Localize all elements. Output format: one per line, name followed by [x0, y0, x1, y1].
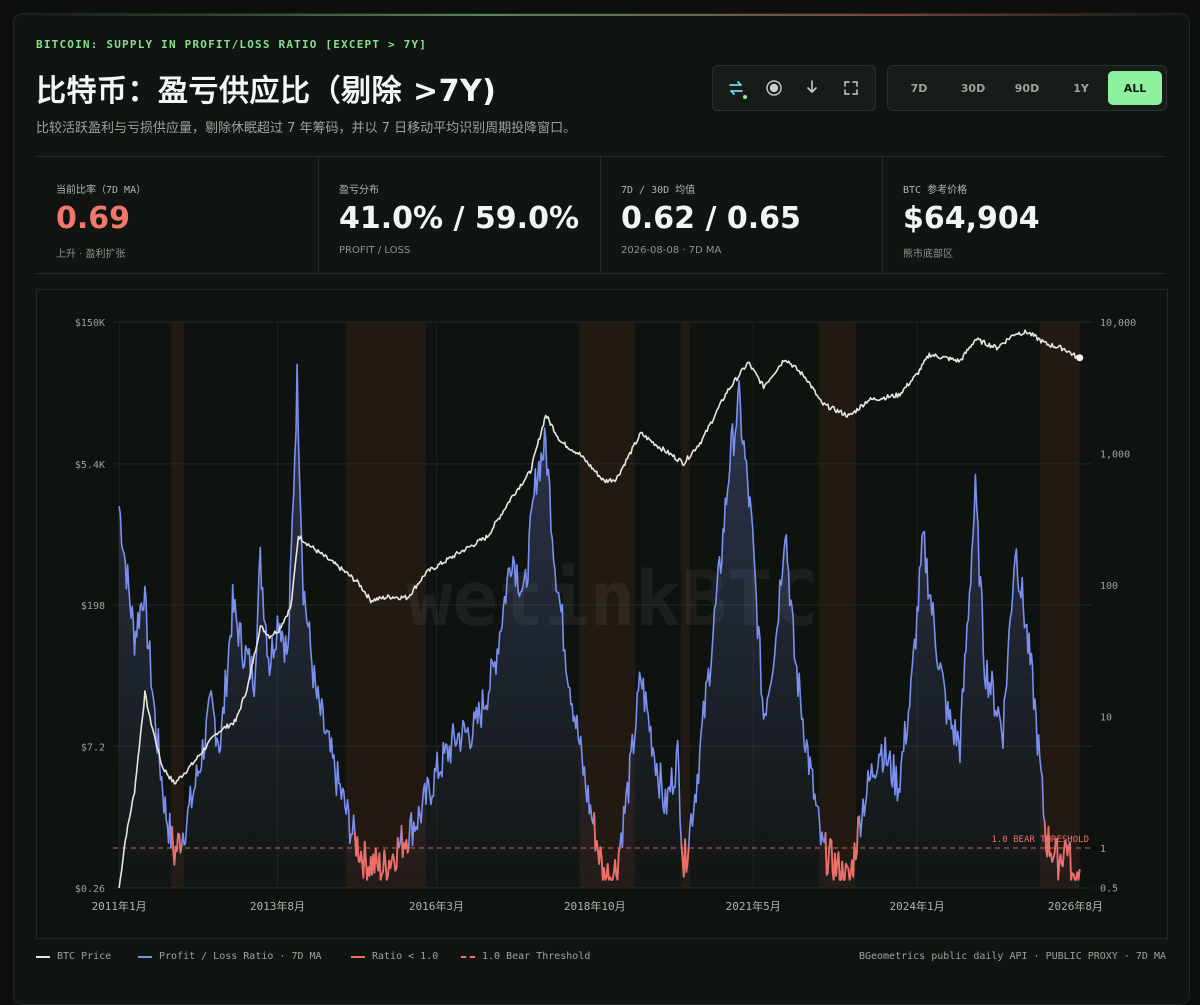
- legend-swatch: [351, 955, 365, 958]
- range-90d-button[interactable]: 90D: [1000, 71, 1054, 105]
- legend-ratio[interactable]: Profit / Loss Ratio · 7D MA: [138, 951, 322, 962]
- chart-tools: [712, 65, 876, 111]
- swap-arrows-icon[interactable]: [721, 73, 751, 103]
- left-axis-tick: $5.4K: [75, 460, 105, 471]
- x-axis-tick: 2011年1月: [92, 899, 147, 913]
- legend-swatch: [461, 955, 475, 958]
- legend-label: 1.0 Bear Threshold: [482, 951, 591, 962]
- page-title: 比特币：盈亏供应比（剔除 >7Y): [36, 74, 497, 109]
- range-all-button[interactable]: ALL: [1108, 71, 1162, 105]
- right-axis-tick: 1: [1100, 844, 1106, 855]
- stat-note: 熊市底部区: [903, 249, 953, 260]
- left-axis-tick: $198: [81, 601, 105, 612]
- chart-legend: BTC Price Profit / Loss Ratio · 7D MA Ra…: [36, 951, 1166, 967]
- stat-label: 盈亏分布: [339, 185, 379, 196]
- chart-area[interactable]: $150K $5.4K $198 $7.2 $0.26 10,000 1,000 100 10 1…: [36, 289, 1168, 939]
- legend-btc-price[interactable]: BTC Price: [36, 951, 111, 962]
- stat-value: 0.69: [56, 201, 131, 236]
- btc-price-endpoint: [1076, 354, 1084, 362]
- stat-value: 0.62 / 0.65: [621, 201, 801, 236]
- range-1y-button[interactable]: 1Y: [1054, 71, 1108, 105]
- x-axis-tick: 2018年10月: [564, 899, 626, 913]
- eyebrow-label: BITCOIN: SUPPLY IN PROFIT/LOSS RATIO [EX…: [36, 38, 428, 51]
- fullscreen-icon[interactable]: [836, 73, 866, 103]
- stat-current-ratio: 当前比率（7D MA） 0.69 上升 · 盈利扩张: [36, 157, 318, 273]
- stat-btc-price: BTC 参考价格 $64,904 熊市底部区: [882, 157, 1165, 273]
- legend-swatch: [36, 955, 50, 958]
- record-icon[interactable]: [759, 73, 789, 103]
- right-axis-tick: 100: [1100, 581, 1118, 592]
- page-subtitle: 比较活跃盈利与亏损供应量，剔除休眠超过 7 年筹码，并以 7 日移动平均识别周期…: [36, 121, 577, 136]
- legend-ratio-below-one[interactable]: Ratio < 1.0: [351, 951, 438, 962]
- stat-average: 7D / 30D 均值 0.62 / 0.65 2026-08-08 · 7D …: [600, 157, 883, 273]
- bear-threshold-label: 1.0 BEAR THRESHOLD: [991, 835, 1089, 845]
- chart-panel: BITCOIN: SUPPLY IN PROFIT/LOSS RATIO [EX…: [13, 13, 1190, 1005]
- x-axis-tick: 2016年3月: [409, 899, 464, 913]
- legend-bear-threshold[interactable]: 1.0 Bear Threshold: [461, 951, 590, 962]
- chart-svg: $150K $5.4K $198 $7.2 $0.26 10,000 1,000 100 10 1…: [75, 318, 1136, 913]
- stat-label: 7D / 30D 均值: [621, 185, 696, 196]
- top-accent-line: [14, 14, 1189, 16]
- right-axis-tick: 1,000: [1100, 450, 1130, 461]
- left-axis-tick: $150K: [75, 318, 105, 329]
- stat-profit-loss-split: 盈亏分布 41.0% / 59.0% PROFIT / LOSS: [318, 157, 601, 273]
- stat-label: BTC 参考价格: [903, 185, 968, 196]
- legend-label: BTC Price: [57, 951, 112, 962]
- right-axis-tick: 10: [1100, 713, 1112, 724]
- stat-value: $64,904: [903, 201, 1040, 236]
- stat-note: PROFIT / LOSS: [339, 245, 411, 256]
- right-axis-tick: 0.5: [1100, 884, 1118, 895]
- download-icon[interactable]: [797, 73, 827, 103]
- left-axis-tick: $7.2: [81, 742, 105, 753]
- legend-label: Ratio < 1.0: [372, 951, 439, 962]
- x-axis-tick: 2013年8月: [250, 899, 305, 913]
- stat-label: 当前比率（7D MA）: [56, 185, 147, 196]
- x-axis-tick: 2024年1月: [890, 899, 945, 913]
- data-source: BGeometrics public daily API · PUBLIC PR…: [858, 951, 1166, 962]
- stat-note: 上升 · 盈利扩张: [56, 249, 126, 260]
- right-axis-tick: 10,000: [1100, 318, 1136, 329]
- stats-row: 当前比率（7D MA） 0.69 上升 · 盈利扩张 盈亏分布 41.0% / …: [36, 156, 1166, 274]
- stat-value: 41.0% / 59.0%: [339, 201, 579, 236]
- left-axis-tick: $0.26: [75, 884, 105, 895]
- legend-label: Profit / Loss Ratio · 7D MA: [159, 951, 322, 962]
- x-axis-tick: 2021年5月: [726, 899, 781, 913]
- range-selector: 7D 30D 90D 1Y ALL: [887, 65, 1167, 111]
- range-7d-button[interactable]: 7D: [892, 71, 946, 105]
- stat-note: 2026-08-08 · 7D MA: [621, 245, 722, 256]
- x-axis-tick: 2026年8月: [1048, 899, 1103, 913]
- legend-swatch: [138, 955, 152, 958]
- range-30d-button[interactable]: 30D: [946, 71, 1000, 105]
